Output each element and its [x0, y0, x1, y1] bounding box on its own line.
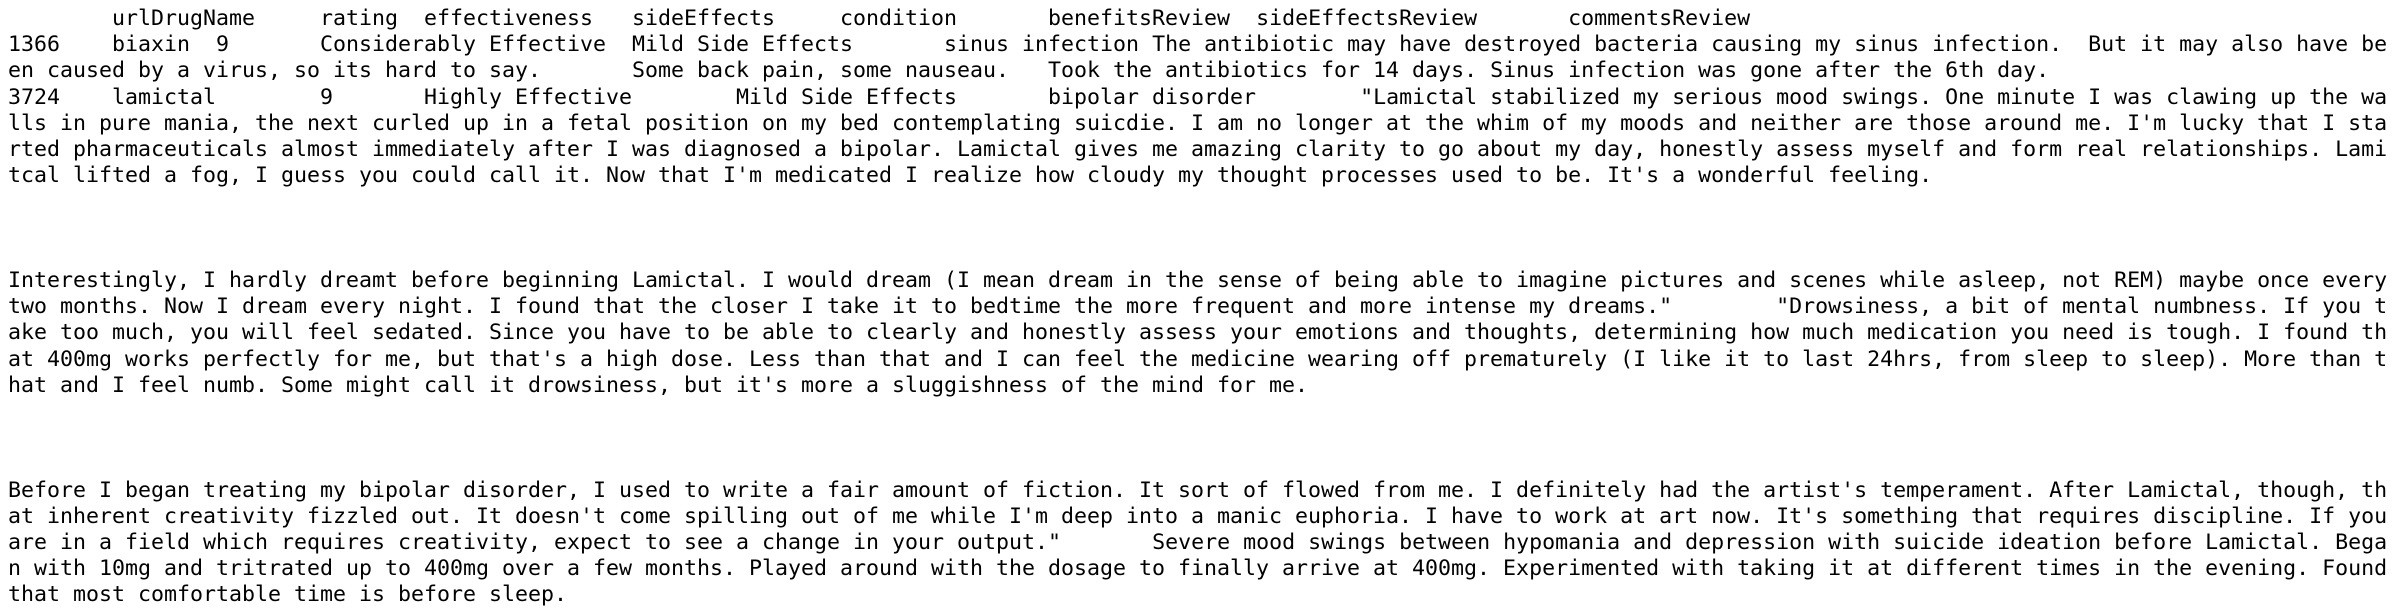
data-row-3724: 3724 lamictal 9 Highly Effective Mild Si…	[8, 84, 2388, 189]
text-line-dreams: Interestingly, I hardly dreamt before be…	[8, 267, 2388, 398]
header-row: urlDrugName rating effectiveness sideEff…	[8, 6, 1751, 31]
text-viewer: urlDrugName rating effectiveness sideEff…	[8, 6, 2388, 609]
data-row-1366: 1366 biaxin 9 Considerably Effective Mil…	[8, 32, 2388, 84]
text-line-creativity: Before I began treating my bipolar disor…	[8, 477, 2388, 608]
